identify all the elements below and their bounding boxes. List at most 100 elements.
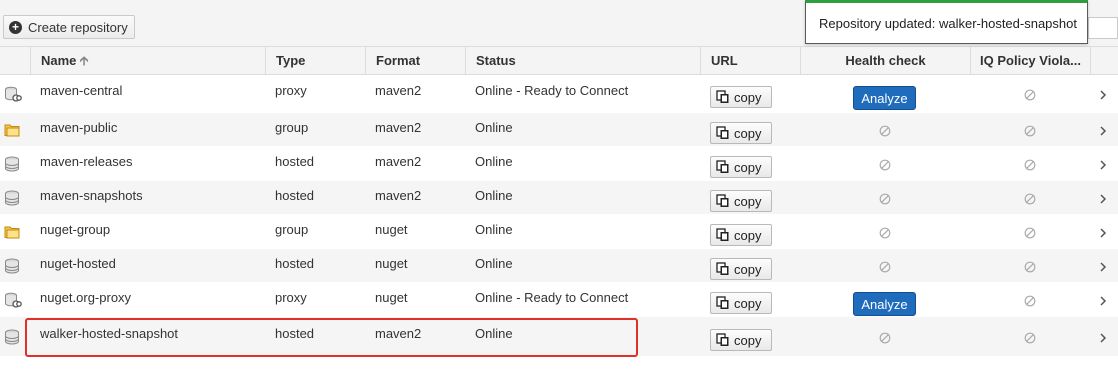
copy-icon [716, 296, 729, 309]
create-repository-button[interactable]: + Create repository [3, 15, 135, 39]
copy-icon [716, 262, 729, 275]
table-row[interactable]: maven-public group maven2 Online copy [0, 113, 1118, 147]
chevron-right-icon[interactable] [1098, 227, 1108, 239]
repo-status: Online [475, 326, 513, 341]
analyze-button[interactable]: Analyze [853, 86, 916, 110]
column-header-iq-policy[interactable]: IQ Policy Viola... [970, 47, 1090, 75]
repo-name[interactable]: nuget.org-proxy [30, 290, 131, 305]
not-available-icon [879, 125, 891, 137]
repo-format: maven2 [375, 154, 422, 169]
copy-url-button[interactable]: copy [710, 292, 772, 314]
chevron-right-icon[interactable] [1098, 261, 1108, 273]
copy-url-button[interactable]: copy [710, 329, 772, 351]
column-url-label: URL [711, 53, 738, 68]
repo-name[interactable]: maven-releases [30, 154, 133, 169]
copy-icon [716, 90, 729, 103]
repo-status: Online [475, 120, 513, 135]
table-row[interactable]: nuget-hosted hosted nuget Online copy [0, 249, 1118, 283]
repo-status: Online [475, 188, 513, 203]
column-iq-label: IQ Policy Viola... [980, 53, 1081, 68]
repo-name[interactable]: maven-snapshots [30, 188, 143, 203]
column-header-url[interactable]: URL [700, 47, 800, 75]
database-icon [4, 329, 20, 349]
database-icon [4, 156, 20, 176]
repo-type: hosted [275, 256, 315, 271]
database-icon [4, 190, 20, 210]
table-row[interactable]: maven-central proxy maven2 Online - Ready t… [0, 75, 1118, 113]
copy-label: copy [734, 159, 762, 175]
column-name-label: Name [41, 53, 77, 68]
copy-label: copy [734, 125, 762, 141]
copy-url-button[interactable]: copy [710, 86, 772, 108]
sort-ascending-icon: 🡱 [79, 53, 89, 68]
column-header-format[interactable]: Format [365, 47, 465, 75]
not-available-icon [1024, 227, 1036, 239]
copy-label: copy [734, 332, 762, 348]
copy-label: copy [734, 261, 762, 277]
copy-label: copy [734, 295, 762, 311]
header-action-column [1090, 47, 1118, 75]
repo-name[interactable]: nuget-hosted [30, 256, 116, 271]
column-header-status[interactable]: Status [465, 47, 700, 75]
repo-type: group [275, 120, 309, 135]
repo-type: proxy [275, 83, 307, 98]
chevron-right-icon[interactable] [1098, 295, 1108, 307]
chevron-right-icon[interactable] [1098, 193, 1108, 205]
chevron-right-icon[interactable] [1098, 159, 1108, 171]
analyze-label: Analyze [861, 90, 908, 106]
column-status-label: Status [476, 53, 516, 68]
not-available-icon [1024, 89, 1036, 101]
column-header-type[interactable]: Type [265, 47, 365, 75]
proxy-repo-icon [4, 292, 22, 312]
copy-url-button[interactable]: copy [710, 122, 772, 144]
repo-name[interactable]: nuget-group [30, 222, 110, 237]
copy-url-button[interactable]: copy [710, 190, 772, 212]
chevron-right-icon[interactable] [1098, 125, 1108, 137]
copy-url-button[interactable]: copy [710, 258, 772, 280]
not-available-icon [1024, 159, 1036, 171]
repo-status: Online [475, 222, 513, 237]
chevron-right-icon[interactable] [1098, 332, 1108, 344]
analyze-button[interactable]: Analyze [853, 292, 916, 316]
repo-type: proxy [275, 290, 307, 305]
column-header-name[interactable]: Name 🡱 [30, 47, 265, 75]
copy-url-button[interactable]: copy [710, 156, 772, 178]
repo-status: Online [475, 154, 513, 169]
analyze-label: Analyze [861, 296, 908, 312]
table-row[interactable]: nuget-group group nuget Online copy [0, 215, 1118, 249]
grid-body: maven-central proxy maven2 Online - Ready t… [0, 75, 1118, 357]
repo-name[interactable]: maven-central [30, 83, 122, 98]
table-row[interactable]: maven-releases hosted maven2 Online copy [0, 147, 1118, 181]
not-available-icon [879, 227, 891, 239]
group-folder-icon [4, 122, 22, 141]
create-repository-label: Create repository [28, 19, 128, 35]
repo-name[interactable]: maven-public [30, 120, 117, 135]
repo-status: Online - Ready to Connect [475, 83, 629, 98]
chevron-right-icon[interactable] [1098, 89, 1108, 101]
repo-format: nuget [375, 256, 408, 271]
table-row[interactable]: nuget.org-proxy proxy nuget Online - Ready … [0, 283, 1118, 317]
not-available-icon [1024, 295, 1036, 307]
plus-circle-icon: + [9, 20, 22, 34]
copy-label: copy [734, 193, 762, 209]
column-health-label: Health check [845, 53, 926, 68]
grid-header: Name 🡱 Type Format Status URL Health chec… [0, 46, 1118, 75]
not-available-icon [1024, 193, 1036, 205]
not-available-icon [879, 159, 891, 171]
repo-status: Online [475, 256, 513, 271]
copy-label: copy [734, 89, 762, 105]
repo-type: group [275, 222, 309, 237]
not-available-icon [879, 332, 891, 344]
table-row[interactable]: walker-hosted-snapshot hosted maven2 Online… [0, 317, 1118, 357]
repo-format: maven2 [375, 326, 422, 341]
not-available-icon [1024, 125, 1036, 137]
filter-input[interactable] [1088, 17, 1118, 39]
table-row[interactable]: maven-snapshots hosted maven2 Online copy [0, 181, 1118, 215]
repo-name[interactable]: walker-hosted-snapshot [30, 326, 178, 341]
column-header-health-check[interactable]: Health check [800, 47, 970, 75]
not-available-icon [879, 261, 891, 273]
repo-type: hosted [275, 326, 315, 341]
copy-url-button[interactable]: copy [710, 224, 772, 246]
proxy-repo-icon [4, 86, 22, 106]
repository-grid: Name 🡱 Type Format Status URL Health chec… [0, 46, 1118, 357]
